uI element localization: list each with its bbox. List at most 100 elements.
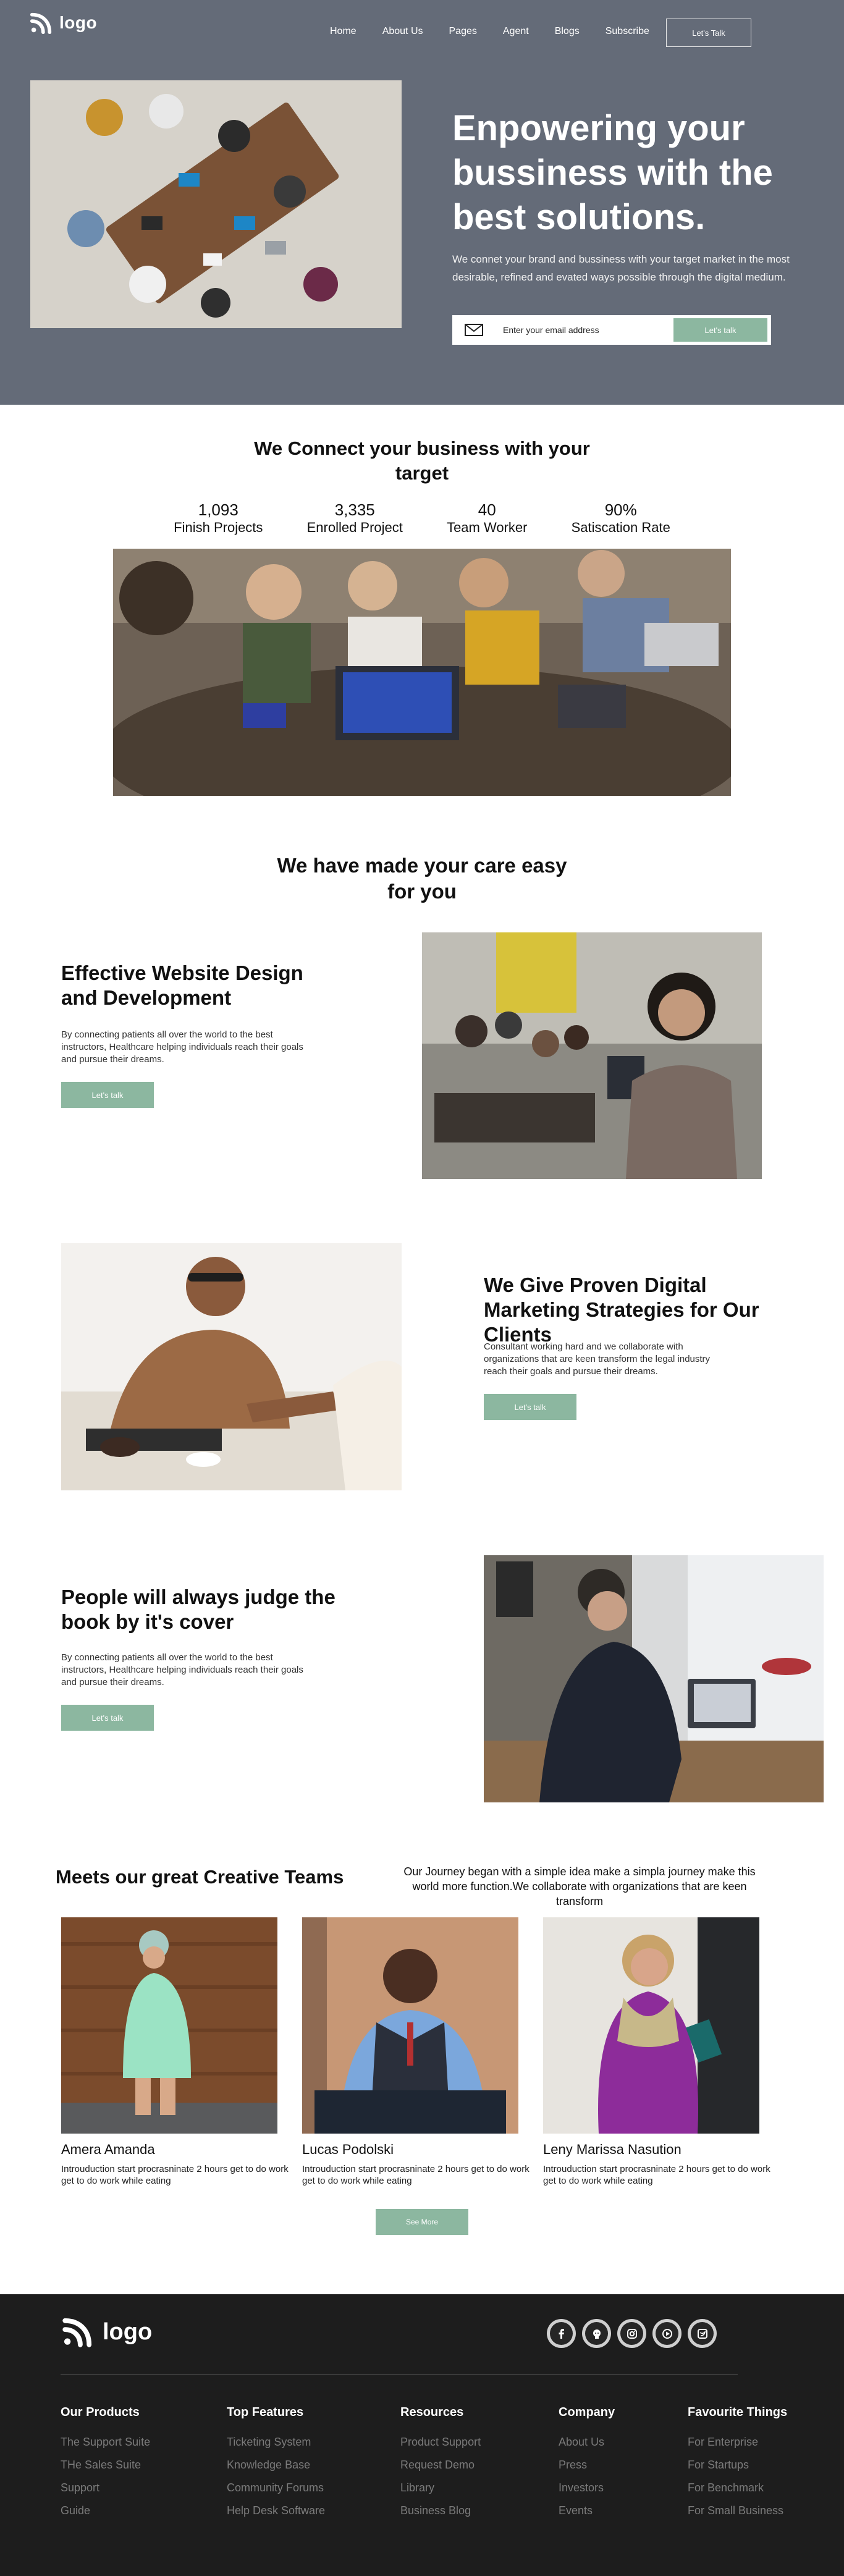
- twitter-icon[interactable]: [688, 2319, 717, 2348]
- connect-title: We Connect your business with your targe…: [254, 437, 590, 484]
- care-title: We have made your care easy for you: [277, 854, 567, 903]
- hero-title: Enpowering your bussiness with the best …: [452, 108, 773, 237]
- team-collaboration-image: [113, 549, 731, 796]
- hero-description: We connet your brand and bussiness with …: [452, 253, 790, 283]
- footer-column-heading: Resources: [400, 2405, 464, 2419]
- social-links: [547, 2319, 717, 2348]
- feature-text-website-design: By connecting patients all over the worl…: [61, 1029, 303, 1065]
- footer-logo-text: logo: [103, 2318, 153, 2345]
- team-member-card: Leny Marissa Nasution Introuduction star…: [543, 1917, 770, 2187]
- footer-logo[interactable]: logo: [61, 2316, 152, 2348]
- stat-label: Finish Projects: [174, 520, 263, 535]
- footer-link[interactable]: For Benchmark: [688, 2477, 787, 2499]
- office-woman-image: [422, 932, 762, 1179]
- footer-link[interactable]: Help Desk Software: [227, 2499, 325, 2522]
- stat-value: 1,093: [198, 500, 238, 519]
- hero-team-meeting-image: [30, 80, 402, 328]
- footer-column-favourite-things: Favourite Things For Enterprise For Star…: [688, 2405, 787, 2522]
- nav-agent[interactable]: Agent: [503, 26, 529, 37]
- stat-value: 90%: [604, 500, 637, 519]
- stat-label: Satiscation Rate: [571, 520, 670, 535]
- footer-column-company: Company About Us Press Investors Events: [559, 2405, 615, 2522]
- lets-talk-button-digital-marketing[interactable]: Let's talk: [484, 1394, 576, 1420]
- footer-link[interactable]: Events: [559, 2499, 615, 2522]
- footer-link[interactable]: For Enterprise: [688, 2431, 787, 2454]
- logo-text: logo: [59, 13, 98, 32]
- footer-column-resources: Resources Product Support Request Demo L…: [400, 2405, 481, 2522]
- logo-icon: [30, 12, 52, 35]
- footer-link[interactable]: For Small Business: [688, 2499, 787, 2522]
- footer-column-heading: Company: [559, 2405, 615, 2419]
- stat-team-worker: 40 Team Worker: [447, 500, 527, 536]
- footer-link[interactable]: Product Support: [400, 2431, 481, 2454]
- logo-icon: [62, 2318, 92, 2347]
- nav-about-us[interactable]: About Us: [382, 26, 423, 37]
- team-member-bio: Introuduction start procrasninate 2 hour…: [61, 2164, 289, 2186]
- hero-section: logo Home About Us Pages Agent Blogs Sub…: [0, 0, 844, 405]
- footer-link[interactable]: Business Blog: [400, 2499, 481, 2522]
- stat-satisfaction-rate: 90% Satiscation Rate: [572, 500, 670, 536]
- footer-link[interactable]: Investors: [559, 2477, 615, 2499]
- team-member-name: Leny Marissa Nasution: [543, 2142, 682, 2157]
- team-member-bio: Introuduction start procrasninate 2 hour…: [302, 2164, 530, 2186]
- footer-link[interactable]: Press: [559, 2454, 615, 2477]
- nav-blogs[interactable]: Blogs: [555, 26, 580, 37]
- team-member-name: Lucas Podolski: [302, 2142, 394, 2157]
- stat-finish-projects: 1,093 Finish Projects: [174, 500, 263, 536]
- stat-value: 40: [478, 500, 496, 519]
- nav-home[interactable]: Home: [330, 26, 357, 37]
- footer-link[interactable]: The Support Suite: [61, 2431, 150, 2454]
- team-member-card: Amera Amanda Introuduction start procras…: [61, 1917, 289, 2187]
- footer-link[interactable]: Guide: [61, 2499, 150, 2522]
- facebook-icon[interactable]: [547, 2319, 576, 2348]
- mail-icon: [465, 324, 483, 336]
- feature-title-website-design: Effective Website Design and Development: [61, 961, 303, 1009]
- footer-link[interactable]: Knowledge Base: [227, 2454, 325, 2477]
- footer-link[interactable]: Ticketing System: [227, 2431, 325, 2454]
- stat-value: 3,335: [334, 500, 375, 519]
- see-more-button[interactable]: See More: [376, 2209, 468, 2235]
- footer-link[interactable]: About Us: [559, 2431, 615, 2454]
- stat-label: Enrolled Project: [306, 520, 403, 535]
- footer-link[interactable]: Support: [61, 2477, 150, 2499]
- feature-text-digital-marketing: Consultant working hard and we collabora…: [484, 1341, 711, 1377]
- team-member-photo: [302, 1917, 518, 2134]
- footer-column-our-products: Our Products The Support Suite THe Sales…: [61, 2405, 150, 2522]
- stat-label: Team Worker: [447, 520, 528, 535]
- footer-column-heading: Top Features: [227, 2405, 304, 2419]
- feature-title-judge-the-book: People will always judge the book by it'…: [61, 1586, 335, 1633]
- team-member-name: Amera Amanda: [61, 2142, 155, 2157]
- email-signup-bar: Let's talk: [452, 315, 771, 345]
- footer-link[interactable]: Library: [400, 2477, 481, 2499]
- handshake-image: [61, 1243, 402, 1490]
- header-logo[interactable]: logo: [30, 11, 97, 35]
- team-member-card: Lucas Podolski Introuduction start procr…: [302, 1917, 530, 2187]
- team-member-photo: [61, 1917, 277, 2134]
- footer-column-top-features: Top Features Ticketing System Knowledge …: [227, 2405, 325, 2522]
- youtube-icon[interactable]: [652, 2319, 682, 2348]
- lets-talk-email-button[interactable]: Let's talk: [673, 318, 767, 342]
- footer: logo Our Products The Support Suite THe …: [0, 2294, 844, 2576]
- main-nav: Home About Us Pages Agent Blogs Subscrib…: [330, 26, 649, 37]
- lets-talk-button-website-design[interactable]: Let's talk: [61, 1082, 154, 1108]
- footer-column-heading: Favourite Things: [688, 2405, 788, 2419]
- github-icon[interactable]: [582, 2319, 611, 2348]
- instagram-icon[interactable]: [617, 2319, 646, 2348]
- feature-title-digital-marketing: We Give Proven Digital Marketing Strateg…: [484, 1273, 759, 1346]
- footer-column-heading: Our Products: [61, 2405, 140, 2419]
- lets-talk-button-judge-the-book[interactable]: Let's talk: [61, 1705, 154, 1731]
- footer-link[interactable]: THe Sales Suite: [61, 2454, 150, 2477]
- email-input[interactable]: [503, 325, 673, 335]
- man-with-laptop-image: [484, 1555, 824, 1802]
- footer-link[interactable]: For Startups: [688, 2454, 787, 2477]
- feature-text-judge-the-book: By connecting patients all over the worl…: [61, 1652, 303, 1687]
- nav-pages[interactable]: Pages: [449, 26, 477, 37]
- nav-subscribe[interactable]: Subscribe: [606, 26, 649, 37]
- footer-link[interactable]: Request Demo: [400, 2454, 481, 2477]
- team-member-bio: Introuduction start procrasninate 2 hour…: [543, 2164, 770, 2186]
- footer-link[interactable]: Community Forums: [227, 2477, 325, 2499]
- lets-talk-nav-button[interactable]: Let's Talk: [666, 19, 751, 47]
- stats-row: 1,093 Finish Projects 3,335 Enrolled Pro…: [130, 500, 714, 536]
- stat-enrolled-project: 3,335 Enrolled Project: [307, 500, 403, 536]
- team-member-photo: [543, 1917, 759, 2134]
